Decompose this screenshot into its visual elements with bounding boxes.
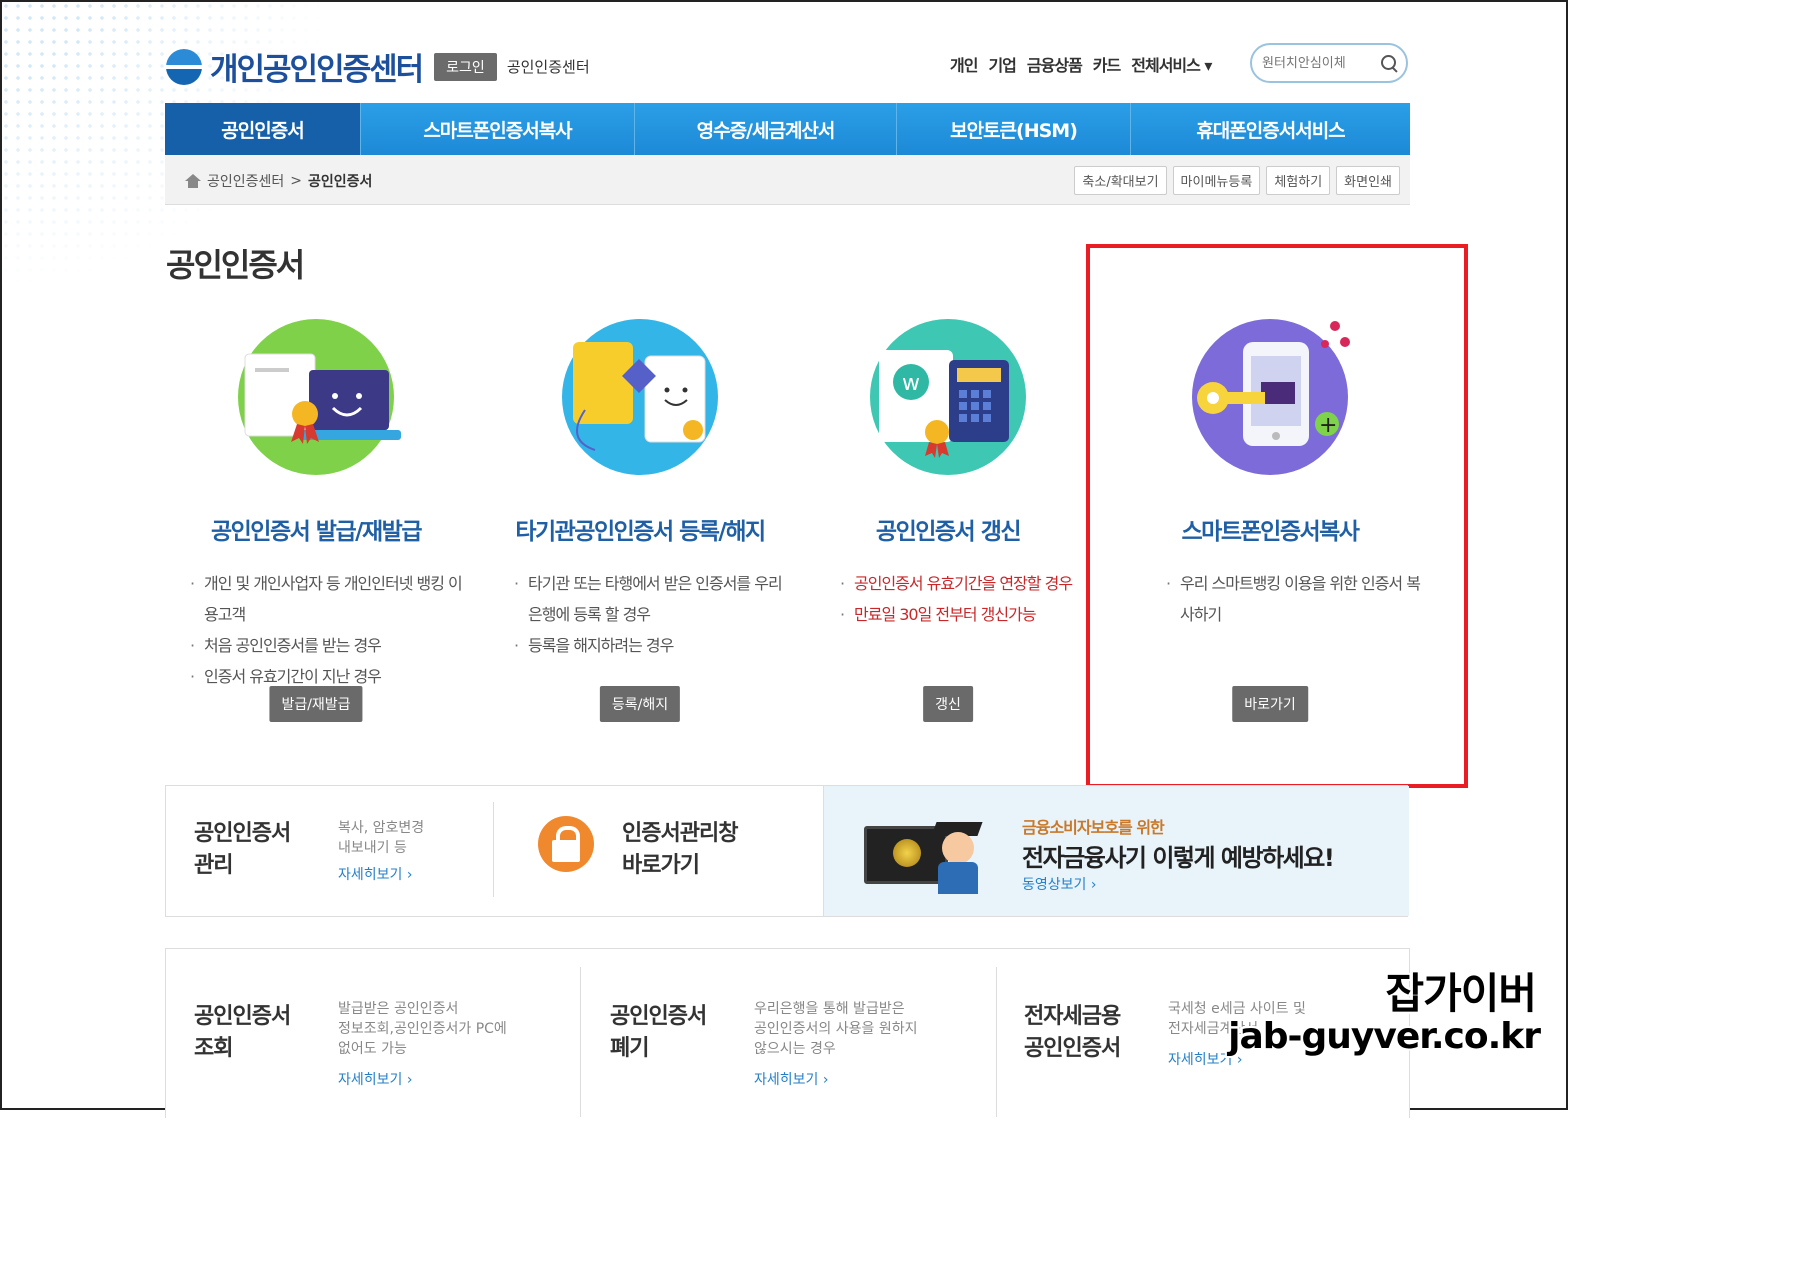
topnav-personal[interactable]: 개인 [950,52,978,76]
manage-title[interactable]: 공인인증서 관리 [194,818,291,882]
bank-logo-icon [166,48,202,85]
inquiry-more-link[interactable]: 자세히보기 › [338,1069,412,1089]
manage-more-link[interactable]: 자세히보기 › [338,864,412,884]
certificate-laptop-icon [231,312,401,482]
logo-text: 개인공인인증센터 [210,52,424,88]
tab-receipt-tax[interactable]: 영수증/세금계산서 [635,103,897,155]
management-panel: 공인인증서 관리 복사, 암호변경 내보내기 등 자세히보기 › 인증서관리창 … [165,785,1409,917]
search-icon[interactable] [1380,54,1396,72]
bullet: 타기관 또는 타행에서 받은 인증서를 우리은행에 등록 할 경우 [514,568,790,630]
search-input[interactable] [1262,55,1380,71]
center-label: 공인인증센터 [506,58,590,76]
breadcrumb: 공인인증센터 > 공인인증서 [185,171,372,191]
bullet: 만료일 30일 전부터 갱신가능 [840,599,1098,630]
certificate-renew-icon: w [863,312,1033,482]
print-button[interactable]: 화면인쇄 [1336,166,1400,195]
main-navigation: 공인인증서 스마트폰인증서복사 영수증/세금계산서 보안토큰(HSM) 휴대폰인… [165,103,1410,155]
promo-title: 전자금융사기 이렇게 예방하세요! [1022,844,1335,872]
inquiry-desc: 발급받은 공인인증서 정보조회,공인인증서가 PC에 없어도 가능 [338,1001,507,1057]
bullet: 공인인증서 유효기간을 연장할 경우 [840,568,1098,599]
service-title[interactable]: 공인인증서 갱신 [798,512,1098,546]
revoke-title[interactable]: 공인인증서 폐기 [610,1001,707,1065]
home-icon[interactable] [185,174,201,188]
inquiry-title[interactable]: 공인인증서 조회 [194,1001,291,1065]
manager-shortcut-link[interactable]: 인증서관리창 바로가기 [622,818,738,882]
lock-icon [538,816,594,872]
trial-button[interactable]: 체험하기 [1266,166,1331,195]
video-link[interactable]: 동영상보기 › [1022,874,1096,894]
divider [580,967,581,1117]
register-button[interactable]: 등록/해지 [599,686,681,722]
revoke-desc: 우리은행을 통해 발급받은 공인인증서의 사용을 원하지 않으시는 경우 [754,1001,918,1057]
promo-subtitle: 금융소비자보호를 위한 [1022,818,1165,837]
etax-title[interactable]: 전자세금용 공인인증서 [1024,1001,1121,1065]
watermark-title: 잡가이버 [1385,969,1537,1018]
fraud-prevention-banner[interactable]: 금융소비자보호를 위한 전자금융사기 이렇게 예방하세요! 동영상보기 › [823,786,1409,916]
highlight-box [1086,244,1468,788]
bottom-panel: 공인인증서 조회 발급받은 공인인증서 정보조회,공인인증서가 PC에 없어도 … [165,948,1410,1118]
topnav-card[interactable]: 카드 [1093,52,1121,76]
page-title: 공인인증서 [166,246,305,284]
certificate-transfer-icon [555,312,725,482]
bullet: 개인 및 개인사업자 등 개인인터넷 뱅킹 이용고객 [190,568,466,630]
revoke-more-link[interactable]: 자세히보기 › [754,1069,828,1089]
divider [996,967,997,1117]
manage-desc: 복사, 암호변경 내보내기 등 [338,820,425,856]
bullet: 등록을 해지하려는 경우 [514,630,790,661]
service-bullets: 공인인증서 유효기간을 연장할 경우 만료일 30일 전부터 갱신가능 [798,568,1098,630]
service-title[interactable]: 타기관공인인증서 등록/해지 [490,512,790,546]
service-bullets: 개인 및 개인사업자 등 개인인터넷 뱅킹 이용고객 처음 공인인증서를 받는 … [166,568,466,692]
breadcrumb-separator: > [290,173,303,189]
divider [493,802,494,897]
bullet: 처음 공인인증서를 받는 경우 [190,630,466,661]
issue-button[interactable]: 발급/재발급 [269,686,363,722]
tab-mobile-certificate[interactable]: 휴대폰인증서서비스 [1131,103,1410,155]
topnav-all-services[interactable]: 전체서비스 ▾ [1131,52,1212,76]
topnav-products[interactable]: 금융상품 [1027,52,1083,76]
service-bullets: 타기관 또는 타행에서 받은 인증서를 우리은행에 등록 할 경우 등록을 해지… [490,568,790,661]
site-logo[interactable]: 개인공인인증센터 로그인 공인인증센터 [166,44,590,89]
login-button[interactable]: 로그인 [434,52,497,81]
service-issue: 공인인증서 발급/재발급 개인 및 개인사업자 등 개인인터넷 뱅킹 이용고객 … [166,312,466,722]
renew-button[interactable]: 갱신 [923,686,973,722]
breadcrumb-current: 공인인증서 [308,174,373,190]
breadcrumb-item[interactable]: 공인인증센터 [207,171,284,191]
service-renew: w 공인인증서 갱신 공인인증서 유효기간을 연장할 경우 만료일 30일 전부… [798,312,1098,722]
top-navigation: 개인 기업 금융상품 카드 전체서비스 ▾ [950,52,1212,76]
page-tools: 축소/확대보기 마이메뉴등록 체험하기 화면인쇄 [1074,166,1400,195]
service-title[interactable]: 공인인증서 발급/재발급 [166,512,466,546]
zoom-button[interactable]: 축소/확대보기 [1074,166,1167,195]
tab-smartphone-copy[interactable]: 스마트폰인증서복사 [361,103,635,155]
breadcrumb-bar: 공인인증센터 > 공인인증서 축소/확대보기 마이메뉴등록 체험하기 화면인쇄 [165,155,1410,205]
tab-security-token[interactable]: 보안토큰(HSM) [897,103,1131,155]
tab-certificate[interactable]: 공인인증서 [165,103,361,155]
graduate-character-icon [931,820,983,894]
search-box [1250,43,1408,83]
service-register: 타기관공인인증서 등록/해지 타기관 또는 타행에서 받은 인증서를 우리은행에… [490,312,790,722]
svg-text:w: w [902,371,920,396]
my-menu-button[interactable]: 마이메뉴등록 [1172,166,1261,195]
watermark-url: jab-guyver.co.kr [1228,1016,1541,1057]
topnav-business[interactable]: 기업 [988,52,1016,76]
